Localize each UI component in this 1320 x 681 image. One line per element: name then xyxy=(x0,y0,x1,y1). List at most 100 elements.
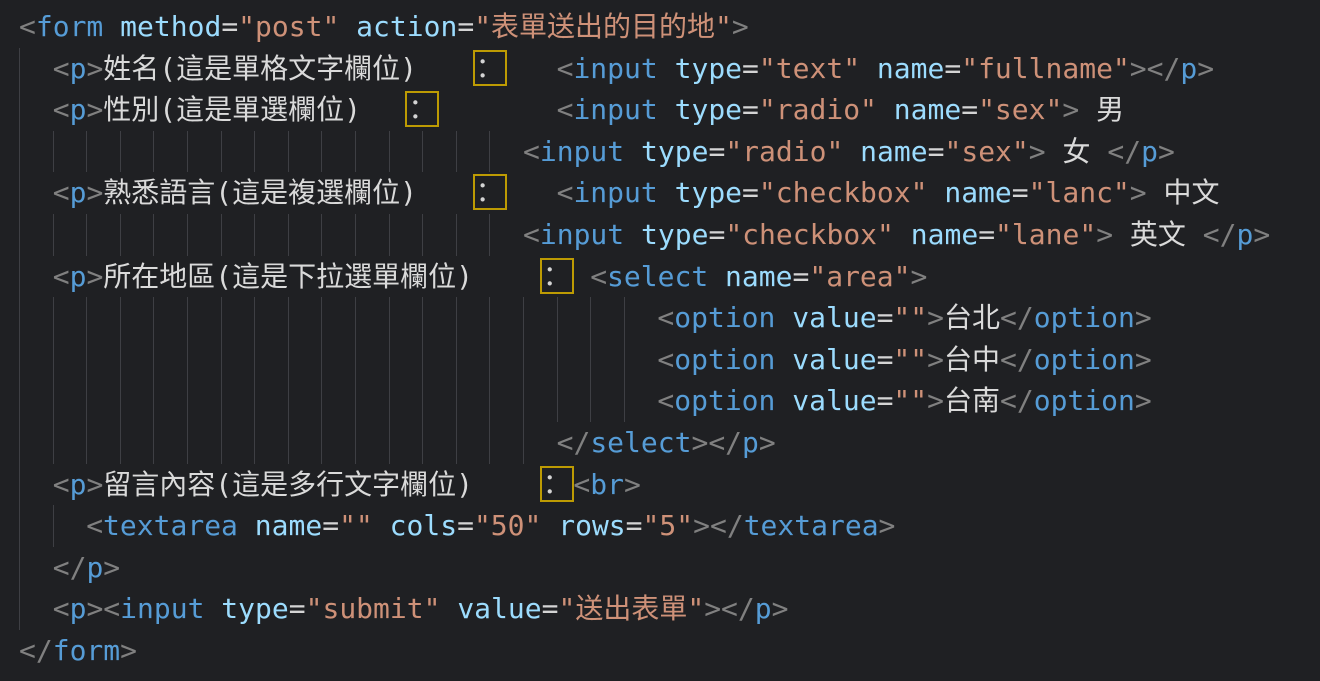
code-editor[interactable]: <form method="post" action="表單送出的目的地"> <… xyxy=(0,0,1320,681)
code-line-12[interactable]: <p>留言內容(這是多行文字欄位)：<br> xyxy=(0,464,1320,506)
code-token: > xyxy=(86,93,103,126)
code-token: "radio" xyxy=(759,93,877,126)
indent-guide xyxy=(187,214,188,256)
code-token: = xyxy=(1012,176,1029,209)
code-token: input xyxy=(540,218,624,251)
indent-guide xyxy=(456,214,457,256)
code-token: < xyxy=(53,93,70,126)
indent-guide xyxy=(456,422,457,464)
code-line-5[interactable]: <p>熟悉語言(這是複選欄位)：<input type="checkbox" n… xyxy=(0,172,1320,214)
code-line-4[interactable]: <input type="radio" name="sex"> 女 </p> xyxy=(0,131,1320,173)
indent-guide xyxy=(590,380,591,422)
indent-guide xyxy=(19,339,20,381)
indent-guide xyxy=(355,214,356,256)
indent-guide xyxy=(422,422,423,464)
code-token: </ xyxy=(1107,135,1141,168)
indent-guide xyxy=(254,422,255,464)
code-line-13[interactable]: <textarea name="" cols="50" rows="5"></t… xyxy=(0,505,1320,547)
code-line-14[interactable]: </p> xyxy=(0,547,1320,589)
code-token: method xyxy=(103,10,221,43)
code-token: < xyxy=(53,468,70,501)
code-token: >< xyxy=(86,592,120,625)
code-line-3[interactable]: <p>性別(這是單選欄位)：<input type="radio" name="… xyxy=(0,89,1320,131)
indent-guide xyxy=(489,422,490,464)
code-token: name xyxy=(877,93,961,126)
indent-guide xyxy=(389,339,390,381)
code-token: p xyxy=(70,93,87,126)
code-token: type xyxy=(624,135,708,168)
code-token: "post" xyxy=(238,10,339,43)
code-token: name xyxy=(708,260,792,293)
indent-guide xyxy=(86,297,87,339)
indent-guide xyxy=(153,380,154,422)
indent-guide xyxy=(355,297,356,339)
code-token: > xyxy=(1130,176,1147,209)
code-token: = xyxy=(457,509,474,542)
code-token: > xyxy=(759,426,776,459)
code-segment: </form> xyxy=(19,630,137,672)
code-token: input xyxy=(120,592,204,625)
indent-guide xyxy=(53,422,54,464)
code-token: input xyxy=(573,52,657,85)
code-token: 性別(這是單選欄位) xyxy=(103,93,361,126)
indent-guide xyxy=(389,380,390,422)
code-token: > xyxy=(86,52,103,85)
code-token: select xyxy=(607,260,708,293)
indent-guide xyxy=(187,380,188,422)
code-token: "lanc" xyxy=(1029,176,1130,209)
code-token: > xyxy=(1253,218,1270,251)
indent-guide xyxy=(489,297,490,339)
indent-guide xyxy=(221,297,222,339)
code-token: value xyxy=(440,592,541,625)
code-token: option xyxy=(1034,384,1135,417)
code-token: "fullname" xyxy=(961,52,1130,85)
indent-guide xyxy=(321,131,322,173)
code-token xyxy=(19,93,53,126)
code-token: form xyxy=(53,634,120,667)
code-token: = xyxy=(221,10,238,43)
code-token: "50" xyxy=(474,509,541,542)
code-token: option xyxy=(674,384,775,417)
code-token: < xyxy=(557,93,574,126)
code-line-10[interactable]: <option value="">台南</option> xyxy=(0,380,1320,422)
code-token: = xyxy=(742,176,759,209)
code-token: < xyxy=(657,301,674,334)
code-token: textarea xyxy=(103,509,238,542)
code-token: </ xyxy=(1000,384,1034,417)
code-token: "sex" xyxy=(944,135,1028,168)
code-line-7[interactable]: <p>所在地區(這是下拉選單欄位)：<select name="area"> xyxy=(0,256,1320,298)
code-token: type xyxy=(624,218,708,251)
code-token: < xyxy=(523,218,540,251)
code-token xyxy=(19,176,53,209)
code-token: 熟悉語言(這是複選欄位) xyxy=(103,176,417,209)
code-segment: <p>所在地區(這是下拉選單欄位) xyxy=(19,256,473,298)
code-line-9[interactable]: <option value="">台中</option> xyxy=(0,339,1320,381)
code-token: rows xyxy=(541,509,625,542)
indent-guide xyxy=(19,297,20,339)
indent-guide xyxy=(624,380,625,422)
code-token: = xyxy=(322,509,339,542)
indent-guide xyxy=(489,131,490,173)
code-token: p xyxy=(70,52,87,85)
indent-guide xyxy=(19,131,20,173)
code-line-2[interactable]: <p>姓名(這是單格文字欄位)：<input type="text" name=… xyxy=(0,48,1320,90)
code-token: < xyxy=(657,343,674,376)
indent-guide xyxy=(422,380,423,422)
code-token: p xyxy=(1180,52,1197,85)
unicode-highlight-colon: ： xyxy=(473,50,507,86)
code-token: p xyxy=(1141,135,1158,168)
code-line-6[interactable]: <input type="checkbox" name="lane"> 英文 <… xyxy=(0,214,1320,256)
indent-guide xyxy=(422,214,423,256)
code-token: = xyxy=(961,93,978,126)
code-line-11[interactable]: </select></p> xyxy=(0,422,1320,464)
code-token: option xyxy=(1034,301,1135,334)
unicode-highlight-colon: ： xyxy=(540,466,574,502)
code-token: "5" xyxy=(643,509,694,542)
code-token: > xyxy=(927,343,944,376)
code-line-8[interactable]: <option value="">台北</option> xyxy=(0,297,1320,339)
indent-guide xyxy=(19,214,20,256)
code-token: = xyxy=(542,592,559,625)
code-line-16[interactable]: </form> xyxy=(0,630,1320,672)
code-line-15[interactable]: <p><input type="submit" value="送出表單"></p… xyxy=(0,588,1320,630)
code-line-1[interactable]: <form method="post" action="表單送出的目的地"> xyxy=(0,6,1320,48)
